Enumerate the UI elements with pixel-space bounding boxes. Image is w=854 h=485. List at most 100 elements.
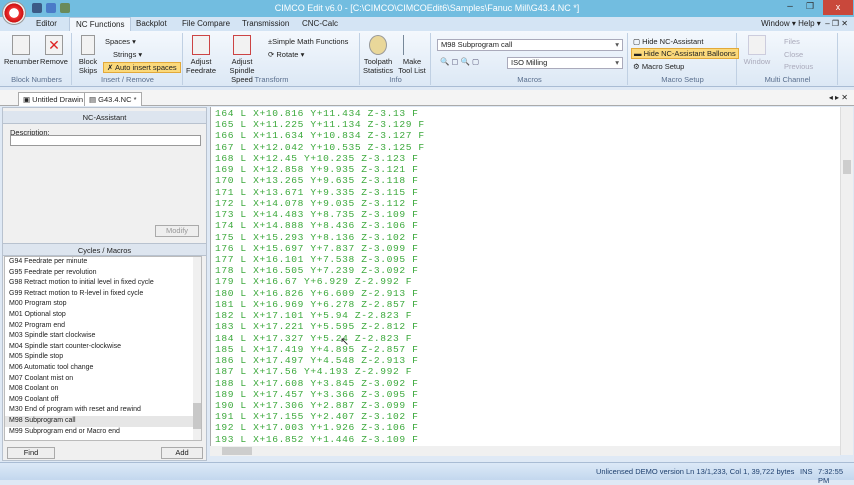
editor-vertical-scrollbar[interactable] xyxy=(840,107,853,455)
code-line[interactable]: 192 L X+17.003 Y+1.926 Z-3.106 F xyxy=(215,422,418,433)
code-line[interactable]: 168 L X+12.45 Y+10.235 Z-3.123 F xyxy=(215,153,418,164)
app-menu-logo[interactable] xyxy=(2,1,26,25)
status-bar: Unlicensed DEMO version Ln 13/1,233, Col… xyxy=(0,462,854,485)
group-macros: M98 Subprogram call ▾ 🔍 ▢ 🔍 ▢ ISO Milling… xyxy=(432,33,628,85)
code-line[interactable]: 165 L X+11.225 Y+11.134 Z-3.129 F xyxy=(215,119,425,130)
macro-list-item[interactable]: M08 Coolant on xyxy=(5,384,201,395)
code-line[interactable]: 185 L X+17.419 Y+4.895 Z-2.857 F xyxy=(215,344,418,355)
hide-nc-assistant-button[interactable]: ▢ Hide NC-Assistant xyxy=(633,37,703,46)
code-line[interactable]: 182 L X+17.101 Y+5.94 Z-2.823 F xyxy=(215,310,412,321)
code-line[interactable]: 173 L X+14.483 Y+8.735 Z-3.109 F xyxy=(215,209,418,220)
find-button[interactable]: Find xyxy=(7,447,55,459)
doc-tab-untitled-drawing[interactable]: ▣ Untitled Drawin xyxy=(18,92,89,106)
add-button[interactable]: Add xyxy=(161,447,203,459)
macro-list-item[interactable]: M99 Subprogram end or Macro end xyxy=(5,427,201,438)
remove-button[interactable]: ✕ Remove xyxy=(38,35,70,66)
group-label: Macro Setup xyxy=(661,75,704,84)
code-line[interactable]: 171 L X+13.671 Y+9.335 Z-3.115 F xyxy=(215,187,418,198)
code-line[interactable]: 164 L X+10.816 Y+11.434 Z-3.13 F xyxy=(215,108,418,119)
code-line[interactable]: 179 L X+16.67 Y+6.929 Z-2.992 F xyxy=(215,276,412,287)
tab-file-compare[interactable]: File Compare xyxy=(176,17,236,31)
macro-tool-icons[interactable]: 🔍 ▢ 🔍 ▢ xyxy=(440,57,479,66)
tab-cnc-calc[interactable]: CNC-Calc xyxy=(296,17,344,31)
code-line[interactable]: 169 L X+12.858 Y+9.935 Z-3.121 F xyxy=(215,164,418,175)
cursor-position: Ln 13/1,233, Col 1, 39,722 bytes xyxy=(686,467,795,476)
code-line[interactable]: 178 L X+16.505 Y+7.239 Z-3.092 F xyxy=(215,265,418,276)
group-label: Multi Channel xyxy=(764,75,811,84)
tab-backplot[interactable]: Backplot xyxy=(130,17,173,31)
macro-list-item[interactable]: M01 Optional stop xyxy=(5,310,201,321)
macro-list-item[interactable]: M06 Automatic tool change xyxy=(5,363,201,374)
doc-tab-nav[interactable]: ◂ ▸ ✕ xyxy=(829,93,848,102)
code-line[interactable]: 191 L X+17.155 Y+2.407 Z-3.102 F xyxy=(215,411,418,422)
nc-assistant-title: NC-Assistant xyxy=(3,111,206,124)
code-line[interactable]: 166 L X+11.634 Y+10.834 Z-3.127 F xyxy=(215,130,425,141)
group-block-numbers: Renumber ✕ Remove Block Numbers xyxy=(2,33,72,85)
minimize-button[interactable]: – xyxy=(780,1,800,15)
tab-editor[interactable]: Editor xyxy=(30,17,63,31)
machine-select[interactable]: ISO Milling ▾ xyxy=(507,57,623,69)
simple-math-button[interactable]: ±Simple Math Functions xyxy=(268,37,348,46)
code-line[interactable]: 181 L X+16.969 Y+6.278 Z-2.857 F xyxy=(215,299,418,310)
tab-nc-functions[interactable]: NC Functions xyxy=(69,17,132,31)
code-line[interactable]: 188 L X+17.608 Y+3.845 Z-3.092 F xyxy=(215,378,418,389)
code-line[interactable]: 193 L X+16.852 Y+1.446 Z-3.109 F xyxy=(215,434,418,445)
mouse-cursor-icon: ↖ xyxy=(340,336,350,348)
window-button: Window xyxy=(740,35,774,66)
group-label: Insert / Remove xyxy=(101,75,154,84)
doc-tab-g43-4[interactable]: ▤ G43.4.NC * xyxy=(84,92,142,106)
code-line[interactable]: 167 L X+12.042 Y+10.535 Z-3.125 F xyxy=(215,142,425,153)
block-skips-button[interactable]: Block Skips xyxy=(75,35,101,75)
macro-select[interactable]: M98 Subprogram call ▾ xyxy=(437,39,623,51)
macro-list-item[interactable]: G98 Retract motion to initial level in f… xyxy=(5,278,201,289)
adjust-feedrate-button[interactable]: Adjust Feedrate xyxy=(184,35,218,75)
code-line[interactable]: 175 L X+15.293 Y+8.136 Z-3.102 F xyxy=(215,232,418,243)
cycles-macros-list[interactable]: G94 Feedrate per minute G95 Feedrate per … xyxy=(4,256,202,441)
code-line[interactable]: 184 L X+17.327 Y+5.24 Z-2.823 F xyxy=(215,333,412,344)
hide-balloons-button[interactable]: ▬ Hide NC-Assistant Balloons xyxy=(631,48,739,59)
code-line[interactable]: 183 L X+17.221 Y+5.595 Z-2.812 F xyxy=(215,321,418,332)
window-menu[interactable]: Window xyxy=(761,19,789,28)
code-line[interactable]: 180 L X+16.826 Y+6.609 Z-2.913 F xyxy=(215,288,418,299)
code-editor[interactable]: 164 L X+10.816 Y+11.434 Z-3.13 F 165 L X+… xyxy=(210,107,840,456)
macro-list-item[interactable]: M30 End of program with reset and rewind xyxy=(5,405,201,416)
description-field[interactable] xyxy=(10,135,201,146)
macro-list-item[interactable]: M09 Coolant off xyxy=(5,395,201,406)
macro-list-item[interactable]: G95 Feedrate per revolution xyxy=(5,268,201,279)
code-line[interactable]: 187 L X+17.56 Y+4.193 Z-2.992 F xyxy=(215,366,412,377)
modify-button[interactable]: Modify xyxy=(155,225,199,237)
make-tool-list-button[interactable]: Make Tool List xyxy=(395,35,429,75)
code-line[interactable]: 190 L X+17.306 Y+2.887 Z-3.099 F xyxy=(215,400,418,411)
macro-list-item[interactable]: G99 Retract motion to R-level in fixed c… xyxy=(5,289,201,300)
macro-list-item[interactable]: M03 Spindle start clockwise xyxy=(5,331,201,342)
menu-right: Window ▾ Help ▾ – ❐ ✕ xyxy=(761,19,848,28)
rotate-button[interactable]: ⟳ Rotate ▾ xyxy=(268,50,304,59)
code-line[interactable]: 186 L X+17.497 Y+4.548 Z-2.913 F xyxy=(215,355,418,366)
close-button[interactable]: x xyxy=(823,0,853,15)
strings-button[interactable]: Strings ▾ xyxy=(113,50,142,59)
macro-list-item[interactable]: M98 Subprogram call xyxy=(5,415,201,427)
code-line[interactable]: 189 L X+17.457 Y+3.366 Z-3.095 F xyxy=(215,389,418,400)
macro-list-item[interactable]: M02 Program end xyxy=(5,321,201,332)
code-line[interactable]: 176 L X+15.697 Y+7.837 Z-3.099 F xyxy=(215,243,418,254)
macro-list-item[interactable]: M07 Coolant mist on xyxy=(5,374,201,385)
maximize-button[interactable]: ❐ xyxy=(800,1,820,15)
code-line[interactable]: 174 L X+14.888 Y+8.436 Z-3.106 F xyxy=(215,220,418,231)
list-scrollbar[interactable] xyxy=(193,257,201,440)
code-line[interactable]: 172 L X+14.078 Y+9.035 Z-3.112 F xyxy=(215,198,418,209)
tab-transmission[interactable]: Transmission xyxy=(236,17,295,31)
code-line[interactable]: 170 L X+13.265 Y+9.635 Z-3.118 F xyxy=(215,175,418,186)
macro-setup-button[interactable]: ⚙ Macro Setup xyxy=(633,62,684,71)
macro-list-item[interactable]: G94 Feedrate per minute xyxy=(5,257,201,268)
editor-horizontal-scrollbar[interactable] xyxy=(210,446,840,456)
code-line[interactable]: 177 L X+16.101 Y+7.538 Z-3.095 F xyxy=(215,254,418,265)
renumber-button[interactable]: Renumber xyxy=(4,35,39,66)
help-menu[interactable]: Help xyxy=(798,19,814,28)
toolpath-statistics-button[interactable]: Toolpath Statistics xyxy=(361,35,395,75)
license-status: Unlicensed DEMO version xyxy=(596,467,684,476)
auto-insert-spaces-button[interactable]: ✗ Auto insert spaces xyxy=(103,62,181,73)
spaces-button[interactable]: Spaces ▾ xyxy=(105,37,136,46)
macro-list-item[interactable]: M05 Spindle stop xyxy=(5,352,201,363)
macro-list-item[interactable]: M04 Spindle start counter-clockwise xyxy=(5,342,201,353)
macro-list-item[interactable]: M00 Program stop xyxy=(5,299,201,310)
